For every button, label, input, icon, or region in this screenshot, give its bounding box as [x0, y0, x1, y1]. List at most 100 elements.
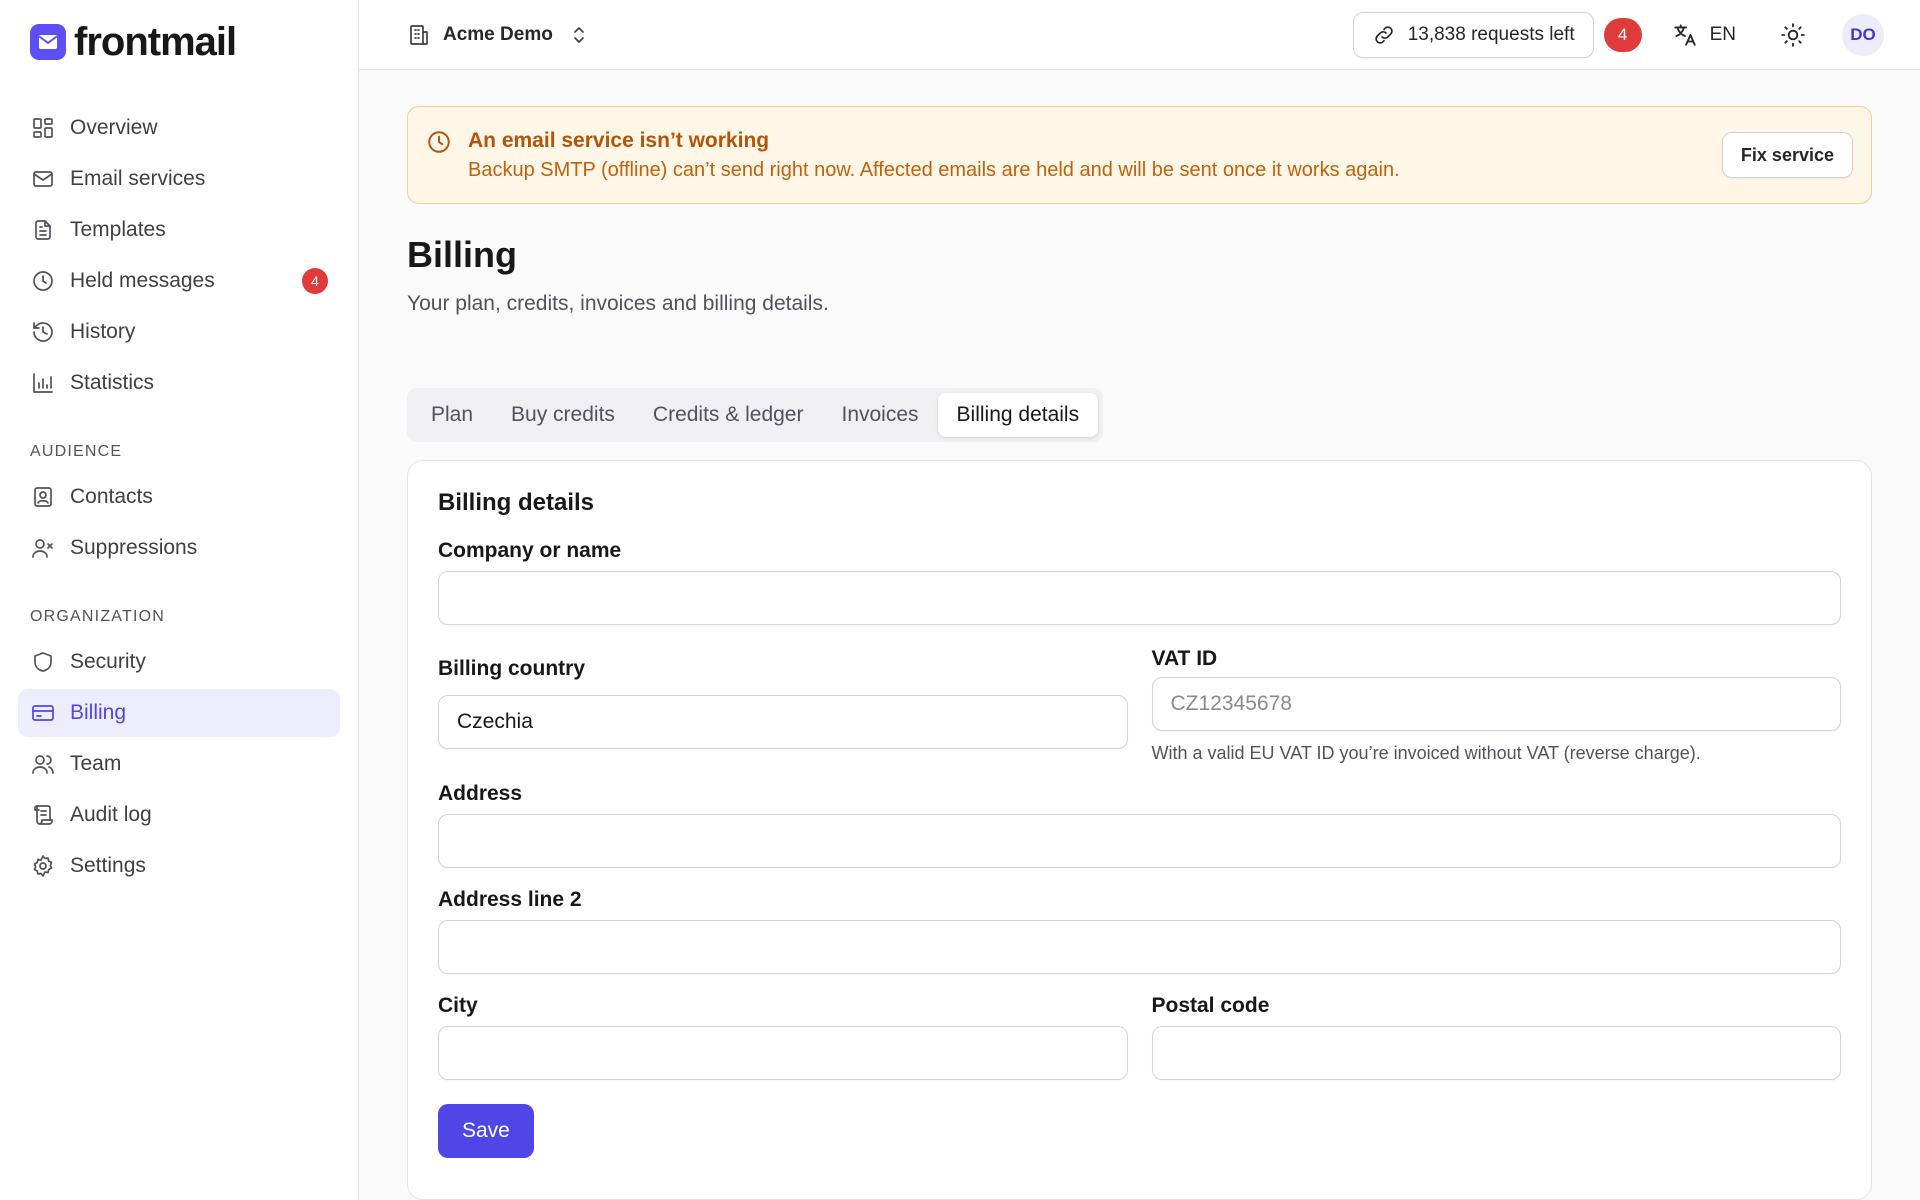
language-label: EN	[1709, 23, 1736, 45]
sidebar-item-label: Statistics	[70, 371, 155, 394]
section-heading-audience: AUDIENCE	[30, 443, 123, 460]
sidebar-item-settings[interactable]: Settings	[18, 842, 340, 890]
users-icon	[30, 751, 56, 777]
sidebar-item-label: Overview	[70, 116, 158, 139]
org-name: Acme Demo	[443, 23, 553, 45]
address-input[interactable]	[438, 814, 1841, 868]
page-subtitle: Your plan, credits, invoices and billing…	[407, 292, 829, 315]
credit-card-icon	[30, 700, 56, 726]
tab-buy-credits[interactable]: Buy credits	[492, 393, 634, 437]
postal-label: Postal code	[1151, 994, 1270, 1017]
country-label: Billing country	[438, 657, 585, 680]
sidebar-item-audit-log[interactable]: Audit log	[18, 791, 340, 839]
scroll-icon	[30, 802, 56, 828]
country-vat-row: Billing country VAT ID With a valid EU V…	[438, 647, 1841, 764]
sidebar-item-label: Contacts	[70, 485, 153, 508]
vat-help-text: With a valid EU VAT ID you’re invoiced w…	[1151, 743, 1701, 763]
city-group: City	[438, 994, 1128, 1080]
sidebar-item-label: Suppressions	[70, 536, 198, 559]
billing-details-card: Billing details Company or name Billing …	[407, 460, 1872, 1200]
postal-code-input[interactable]	[1151, 1026, 1841, 1080]
save-button[interactable]: Save	[438, 1104, 534, 1158]
topbar-right: 13,838 requests left 4 EN DO	[1352, 11, 1884, 58]
tab-invoices[interactable]: Invoices	[822, 393, 937, 437]
org-switcher[interactable]: Acme Demo	[407, 23, 591, 47]
shield-icon	[30, 649, 56, 675]
document-icon	[30, 217, 56, 243]
alert-title: An email service isn’t working	[468, 128, 770, 152]
sidebar-item-label: Audit log	[70, 803, 152, 826]
city-label: City	[438, 994, 478, 1017]
sidebar-item-held-messages[interactable]: Held messages 4	[18, 257, 340, 305]
avatar[interactable]: DO	[1842, 13, 1884, 56]
gear-icon	[30, 853, 56, 879]
sidebar-item-team[interactable]: Team	[18, 740, 340, 788]
brand-name: frontmail	[74, 19, 237, 64]
billing-tabs: Plan Buy credits Credits & ledger Invoic…	[407, 388, 1104, 442]
sidebar: frontmail Overview Email services Templa…	[0, 0, 359, 1200]
requests-left-button[interactable]: 13,838 requests left	[1352, 11, 1594, 58]
alert-body: Backup SMTP (offline) can’t send right n…	[468, 158, 1400, 181]
sidebar-item-email-services[interactable]: Email services	[18, 155, 340, 203]
sidebar-item-contacts[interactable]: Contacts	[18, 473, 340, 521]
sidebar-item-label: Templates	[70, 218, 166, 241]
sidebar-item-templates[interactable]: Templates	[18, 206, 340, 254]
sidebar-item-statistics[interactable]: Statistics	[18, 359, 340, 407]
sidebar-item-security[interactable]: Security	[18, 638, 340, 686]
app-root: frontmail Overview Email services Templa…	[0, 0, 1920, 1200]
theme-toggle[interactable]	[1780, 22, 1806, 48]
translate-icon	[1673, 23, 1696, 46]
logo-mail-icon	[30, 24, 66, 60]
bar-chart-icon	[30, 370, 56, 396]
section-heading-organization: ORGANIZATION	[30, 608, 165, 625]
company-label: Company or name	[438, 539, 622, 562]
address2-input[interactable]	[438, 920, 1841, 974]
main-area: Acme Demo 13,838 requests left 4 EN DO A…	[359, 0, 1920, 1200]
fix-service-button[interactable]: Fix service	[1721, 132, 1853, 178]
address-group: Address	[438, 782, 1841, 868]
page-content: An email service isn’t working Backup SM…	[359, 70, 1920, 1200]
sidebar-item-label: Billing	[70, 701, 127, 724]
sidebar-item-history[interactable]: History	[18, 308, 340, 356]
tab-credits-ledger[interactable]: Credits & ledger	[634, 393, 823, 437]
requests-left-label: 13,838 requests left	[1407, 23, 1575, 45]
held-messages-badge: 4	[302, 268, 328, 294]
clock-icon	[426, 129, 452, 160]
vat-group: VAT ID With a valid EU VAT ID you’re inv…	[1151, 647, 1841, 764]
company-input[interactable]	[438, 571, 1841, 625]
history-icon	[30, 319, 56, 345]
card-title: Billing details	[438, 489, 595, 516]
notification-badge[interactable]: 4	[1603, 17, 1642, 52]
country-group: Billing country	[438, 647, 1128, 764]
sidebar-item-label: Email services	[70, 167, 206, 190]
sidebar-item-label: Team	[70, 752, 122, 775]
sidebar-item-label: Security	[70, 650, 146, 673]
company-group: Company or name	[438, 539, 1841, 625]
form-actions: Save	[438, 1104, 1841, 1158]
mail-icon	[30, 166, 56, 192]
city-input[interactable]	[438, 1026, 1128, 1080]
country-select[interactable]	[438, 695, 1128, 749]
tab-billing-details[interactable]: Billing details	[937, 393, 1099, 437]
address2-label: Address line 2	[438, 888, 582, 911]
postal-group: Postal code	[1151, 994, 1841, 1080]
sidebar-item-overview[interactable]: Overview	[18, 104, 340, 152]
vat-id-input[interactable]	[1151, 677, 1841, 731]
building-icon	[410, 24, 428, 45]
link-icon	[1374, 25, 1393, 44]
sun-icon	[1781, 22, 1805, 47]
brand-logo[interactable]: frontmail	[30, 20, 340, 64]
vat-label: VAT ID	[1151, 647, 1218, 670]
language-switcher[interactable]: EN	[1672, 22, 1736, 48]
address-label: Address	[438, 782, 523, 805]
sidebar-item-suppressions[interactable]: Suppressions	[18, 524, 340, 572]
service-alert: An email service isn’t working Backup SM…	[407, 106, 1872, 204]
user-x-icon	[30, 535, 56, 561]
sidebar-item-label: Held messages	[70, 269, 215, 292]
sidebar-item-billing[interactable]: Billing	[18, 689, 340, 737]
tab-plan[interactable]: Plan	[412, 393, 492, 437]
address2-group: Address line 2	[438, 888, 1841, 974]
sidebar-item-label: Settings	[70, 854, 146, 877]
sidebar-item-label: History	[70, 320, 136, 343]
clock-icon	[30, 268, 56, 294]
